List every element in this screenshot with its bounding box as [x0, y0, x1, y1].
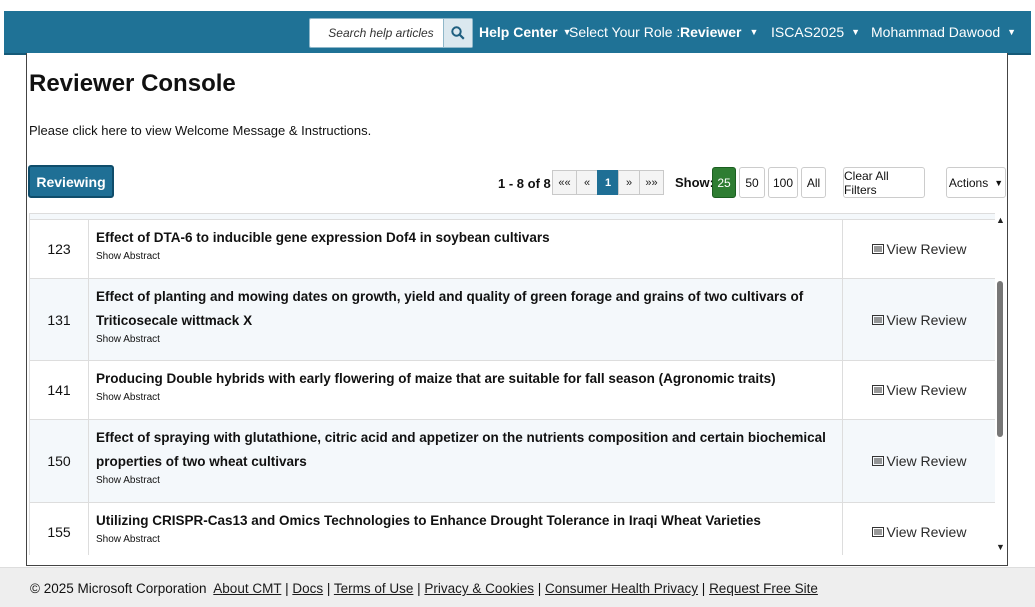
- view-review-button[interactable]: View Review: [842, 279, 995, 360]
- role-value: Reviewer: [680, 24, 742, 40]
- view-review-label: View Review: [886, 311, 967, 328]
- paper-id: 150: [30, 420, 89, 502]
- list-icon: [871, 314, 884, 325]
- clear-filters-button[interactable]: Clear All Filters: [843, 167, 925, 198]
- paper-cell: Effect of DTA-6 to inducible gene expres…: [96, 220, 841, 263]
- show-abstract-link[interactable]: Show Abstract: [96, 391, 841, 404]
- paper-title: Producing Double hybrids with early flow…: [96, 371, 776, 386]
- request-site-link[interactable]: Request Free Site: [709, 581, 818, 596]
- first-page-button[interactable]: ««: [552, 170, 577, 195]
- paper-cell: Effect of planting and mowing dates on g…: [96, 279, 841, 346]
- help-center-label: Help Center: [479, 24, 558, 40]
- pager-range: 1 - 8 of 8: [498, 176, 551, 191]
- scroll-thumb[interactable]: [997, 281, 1003, 437]
- paper-id: 131: [30, 279, 89, 360]
- list-icon: [871, 526, 884, 537]
- table-row: 150 Effect of spraying with glutathione,…: [29, 420, 995, 503]
- show-50-button[interactable]: 50: [739, 167, 765, 198]
- show-25-button[interactable]: 25: [712, 167, 736, 198]
- caret-down-icon: ▼: [1007, 27, 1017, 37]
- next-page-button[interactable]: »: [618, 170, 640, 195]
- caret-down-icon: ▼: [851, 27, 861, 37]
- search-input[interactable]: [310, 20, 448, 46]
- privacy-link[interactable]: Privacy & Cookies: [424, 581, 534, 596]
- search-icon: [451, 26, 465, 40]
- scroll-up-icon[interactable]: ▲: [996, 215, 1005, 225]
- header-nav: Help Center▼ Select Your Role : Reviewer…: [4, 11, 1031, 55]
- scroll-down-icon[interactable]: ▼: [996, 542, 1005, 552]
- last-page-button[interactable]: »»: [639, 170, 664, 195]
- table-scrollbar[interactable]: ▲ ▼: [995, 213, 1005, 554]
- footer-text: © 2025 Microsoft Corporation About CMT |…: [30, 581, 818, 596]
- table-row: 141 Producing Double hybrids with early …: [29, 361, 995, 420]
- copyright: © 2025 Microsoft Corporation: [30, 581, 207, 596]
- paper-title: Effect of planting and mowing dates on g…: [96, 289, 804, 328]
- list-icon: [871, 456, 884, 466]
- actions-button[interactable]: Actions ▼: [946, 167, 1006, 198]
- terms-link[interactable]: Terms of Use: [334, 581, 414, 596]
- role-selector[interactable]: Reviewer ▼: [680, 11, 758, 53]
- view-review-button[interactable]: View Review: [842, 361, 995, 419]
- paper-title: Effect of DTA-6 to inducible gene expres…: [96, 230, 550, 245]
- conference-name: ISCAS2025: [771, 24, 845, 40]
- view-review-label: View Review: [886, 523, 967, 540]
- show-abstract-link[interactable]: Show Abstract: [96, 250, 841, 263]
- table-row: 131 Effect of planting and mowing dates …: [29, 279, 995, 361]
- table-row: 123 Effect of DTA-6 to inducible gene ex…: [29, 220, 995, 279]
- health-privacy-link[interactable]: Consumer Health Privacy: [545, 581, 698, 596]
- caret-down-icon: ▼: [749, 27, 759, 37]
- current-page-button[interactable]: 1: [597, 170, 619, 195]
- about-cmt-link[interactable]: About CMT: [213, 581, 281, 596]
- welcome-link[interactable]: Please click here to view Welcome Messag…: [29, 123, 371, 138]
- actions-label: Actions: [948, 175, 989, 190]
- paper-title: Effect of spraying with glutathione, cit…: [96, 430, 826, 469]
- top-bar: Help Center▼ Select Your Role : Reviewer…: [0, 0, 1035, 60]
- caret-down-icon: ▼: [994, 177, 1004, 188]
- conference-selector[interactable]: ISCAS2025 ▼: [771, 11, 860, 53]
- view-review-label: View Review: [886, 382, 967, 398]
- paper-title: Utilizing CRISPR-Cas13 and Omics Technol…: [96, 513, 761, 528]
- pagination: «« « 1 » »»: [552, 170, 664, 195]
- view-review-button[interactable]: View Review: [842, 503, 995, 555]
- user-menu[interactable]: Mohammad Dawood ▼: [871, 11, 1016, 53]
- view-review-button[interactable]: View Review: [842, 420, 995, 502]
- show-label: Show:: [675, 175, 714, 190]
- submissions-table: 123 Effect of DTA-6 to inducible gene ex…: [29, 213, 995, 555]
- user-name: Mohammad Dawood: [871, 24, 1001, 40]
- paper-id: 155: [30, 503, 89, 555]
- show-all-button[interactable]: All: [801, 167, 826, 198]
- help-center-menu[interactable]: Help Center ▼: [479, 11, 572, 53]
- search-button[interactable]: [443, 19, 472, 47]
- reviewing-tab[interactable]: Reviewing: [28, 165, 114, 198]
- view-review-button[interactable]: View Review: [842, 220, 995, 278]
- table-row: 155 Utilizing CRISPR-Cas13 and Omics Tec…: [29, 503, 995, 555]
- list-icon: [871, 244, 884, 254]
- paper-id: 123: [30, 220, 89, 278]
- role-label: Select Your Role :: [569, 24, 681, 40]
- paper-cell: Producing Double hybrids with early flow…: [96, 361, 841, 404]
- paper-cell: Utilizing CRISPR-Cas13 and Omics Technol…: [96, 503, 841, 546]
- footer: © 2025 Microsoft Corporation About CMT |…: [0, 567, 1035, 607]
- prev-page-button[interactable]: «: [576, 170, 598, 195]
- show-abstract-link[interactable]: Show Abstract: [96, 533, 841, 546]
- view-review-label: View Review: [886, 241, 967, 257]
- show-abstract-link[interactable]: Show Abstract: [96, 474, 841, 487]
- paper-id: 141: [30, 361, 89, 419]
- show-abstract-link[interactable]: Show Abstract: [96, 333, 841, 346]
- docs-link[interactable]: Docs: [292, 581, 323, 596]
- search-box: [309, 18, 473, 48]
- page-title: Reviewer Console: [29, 70, 236, 97]
- list-icon: [871, 385, 884, 395]
- paper-cell: Effect of spraying with glutathione, cit…: [96, 420, 841, 487]
- main-panel: Reviewer Console Please click here to vi…: [26, 53, 1008, 566]
- view-review-label: View Review: [886, 453, 967, 469]
- show-100-button[interactable]: 100: [768, 167, 798, 198]
